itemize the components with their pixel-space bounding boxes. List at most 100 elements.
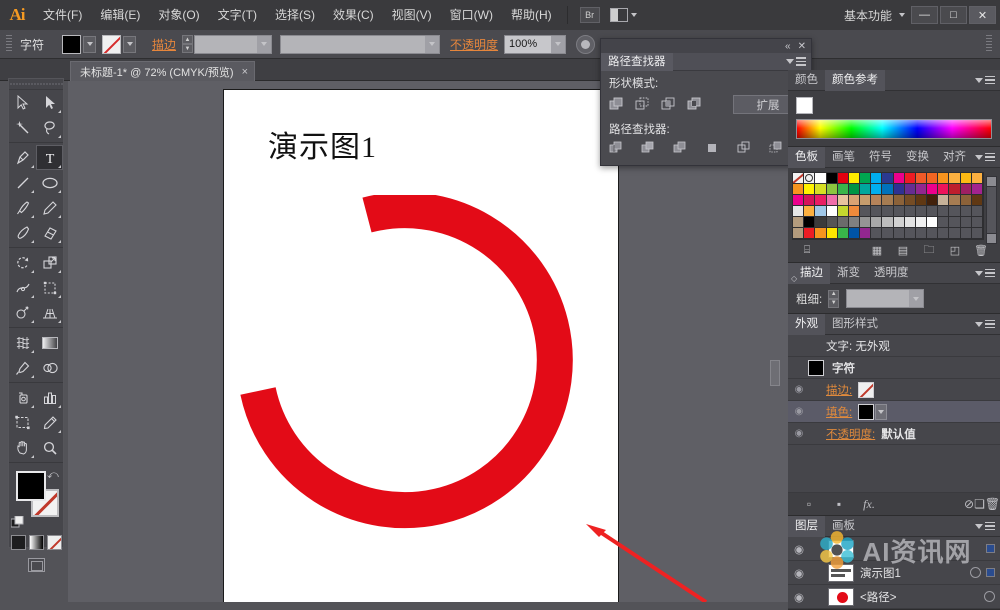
crop-icon[interactable]: [705, 141, 719, 158]
fill-swatch-chevron-down-icon[interactable]: [875, 403, 888, 420]
delete-item-icon[interactable]: 🗑: [985, 497, 1000, 511]
menu-effect[interactable]: 效果(C): [324, 0, 383, 30]
layer-row-group[interactable]: ◉: [788, 537, 1000, 561]
appearance-type-row[interactable]: 文字: 无外观: [788, 335, 1000, 357]
tab-pathfinder[interactable]: 路径查找器: [601, 52, 673, 71]
new-swatch-icon[interactable]: ◰: [942, 244, 968, 257]
menu-help[interactable]: 帮助(H): [502, 0, 561, 30]
menu-edit[interactable]: 编辑(E): [91, 0, 149, 30]
selection-tool[interactable]: [9, 90, 36, 115]
free-transform-tool[interactable]: [36, 275, 63, 300]
swatch-cell[interactable]: [804, 217, 816, 228]
swatch-cell[interactable]: [848, 217, 861, 228]
fill-color-control[interactable]: [62, 34, 97, 54]
toolbar-fill-swatch[interactable]: [16, 471, 46, 501]
color-panel-menu-icon[interactable]: [975, 75, 995, 85]
swatch-cell[interactable]: [848, 228, 861, 239]
arrange-documents-icon[interactable]: [609, 8, 637, 22]
divide-icon[interactable]: [609, 141, 623, 158]
new-color-group-icon[interactable]: 🗀: [916, 241, 942, 260]
swatch-cell[interactable]: [804, 228, 816, 239]
opacity-chevron-down-icon[interactable]: [551, 35, 566, 53]
swatches-grid[interactable]: [792, 172, 984, 240]
add-effect-icon[interactable]: fx.: [854, 497, 884, 512]
tab-graphic-styles[interactable]: 图形样式: [825, 314, 885, 335]
appearance-panel-menu-icon[interactable]: [975, 319, 995, 329]
swatch-cell[interactable]: [915, 195, 928, 206]
swatch-cell[interactable]: [893, 195, 905, 206]
swatch-cell[interactable]: [837, 184, 849, 195]
swatch-cell[interactable]: [815, 228, 827, 239]
swatch-cell[interactable]: [848, 184, 861, 195]
stroke-color-control[interactable]: [102, 34, 137, 54]
eyedropper-tool[interactable]: [9, 355, 36, 380]
gradient-tool[interactable]: [36, 330, 63, 355]
swatch-cell[interactable]: [815, 217, 827, 228]
exclude-icon[interactable]: [687, 97, 702, 112]
tab-color-guide[interactable]: 颜色参考: [825, 69, 885, 91]
column-graph-tool[interactable]: [36, 385, 63, 410]
swatch-cell[interactable]: [804, 173, 816, 184]
opacity-visibility-eye-icon[interactable]: ◉: [790, 428, 808, 439]
add-new-fill-icon[interactable]: ▪: [824, 497, 854, 511]
swatch-cell[interactable]: [793, 217, 805, 228]
intersect-icon[interactable]: [661, 97, 676, 112]
stepper-up-icon[interactable]: ▲: [182, 35, 194, 44]
type-tool[interactable]: T: [36, 145, 63, 170]
swatch-cell[interactable]: [938, 184, 950, 195]
swatch-cell[interactable]: [826, 195, 838, 206]
close-button[interactable]: ✕: [969, 6, 996, 24]
swatch-cell[interactable]: [893, 184, 905, 195]
menu-window[interactable]: 窗口(W): [441, 0, 502, 30]
swatch-cell[interactable]: [915, 184, 928, 195]
slice-tool[interactable]: [36, 410, 63, 435]
swatch-cell[interactable]: [938, 195, 950, 206]
pathfinder-titlebar[interactable]: « ✕: [601, 39, 811, 53]
swatch-cell[interactable]: [815, 195, 827, 206]
swatch-cell[interactable]: [904, 217, 916, 228]
stroke-panel-menu-icon[interactable]: [975, 268, 995, 278]
stroke-weight-combo[interactable]: [194, 34, 273, 54]
screen-mode-button[interactable]: [9, 558, 63, 572]
swatch-cell[interactable]: [915, 173, 928, 184]
close-icon[interactable]: ✕: [798, 41, 806, 52]
swatch-cell[interactable]: [826, 206, 838, 217]
document-tab[interactable]: 未标题-1* @ 72% (CMYK/预览) ×: [70, 61, 256, 81]
menu-type[interactable]: 文字(T): [209, 0, 266, 30]
paintbrush-tool[interactable]: [9, 195, 36, 220]
swatch-cell[interactable]: [960, 184, 972, 195]
layer-text-eye-icon[interactable]: ◉: [788, 566, 810, 580]
workspace-switcher[interactable]: 基本功能: [830, 7, 899, 24]
stroke-weight-chevron-down-icon[interactable]: [257, 35, 272, 53]
canvas-vertical-scrollbar[interactable]: [770, 360, 780, 386]
tab-transparency[interactable]: 透明度: [867, 263, 916, 284]
tab-swatches[interactable]: 色板: [788, 146, 825, 168]
stepper-down-icon[interactable]: ▼: [182, 44, 194, 53]
tab-symbols[interactable]: 符号: [862, 147, 899, 168]
menu-object[interactable]: 对象(O): [149, 0, 208, 30]
appearance-stroke-swatch[interactable]: [858, 381, 875, 398]
swatch-cell[interactable]: [927, 217, 939, 228]
menu-select[interactable]: 选择(S): [266, 0, 324, 30]
stroke-weight-stepper[interactable]: ▲ ▼: [182, 35, 194, 53]
magic-wand-tool[interactable]: [9, 115, 36, 140]
swatch-cell[interactable]: [837, 206, 849, 217]
duplicate-item-icon[interactable]: ❏: [974, 497, 985, 511]
bridge-icon[interactable]: Br: [579, 7, 600, 23]
line-segment-tool[interactable]: [9, 170, 36, 195]
none-fill-icon[interactable]: [46, 535, 62, 550]
swatch-cell[interactable]: [826, 184, 838, 195]
artboard-title-text[interactable]: 演示图1: [268, 122, 377, 166]
stroke-weight-panel-combo[interactable]: [846, 289, 925, 308]
pathfinder-panel[interactable]: « ✕ 路径查找器 形状模式: 扩展 路径查找器:: [600, 38, 812, 166]
workspace-chevron-down-icon[interactable]: [899, 13, 905, 17]
swatch-cell[interactable]: [793, 173, 805, 184]
document-tab-close-icon[interactable]: ×: [242, 66, 248, 78]
lasso-tool[interactable]: [36, 115, 63, 140]
swatch-cell[interactable]: [971, 184, 983, 195]
opacity-input[interactable]: 100%: [504, 34, 567, 54]
swatch-cell[interactable]: [837, 195, 849, 206]
layer-group-color-square[interactable]: [986, 544, 995, 553]
swatch-cell[interactable]: [871, 173, 883, 184]
default-fill-stroke-icon[interactable]: [10, 515, 24, 529]
